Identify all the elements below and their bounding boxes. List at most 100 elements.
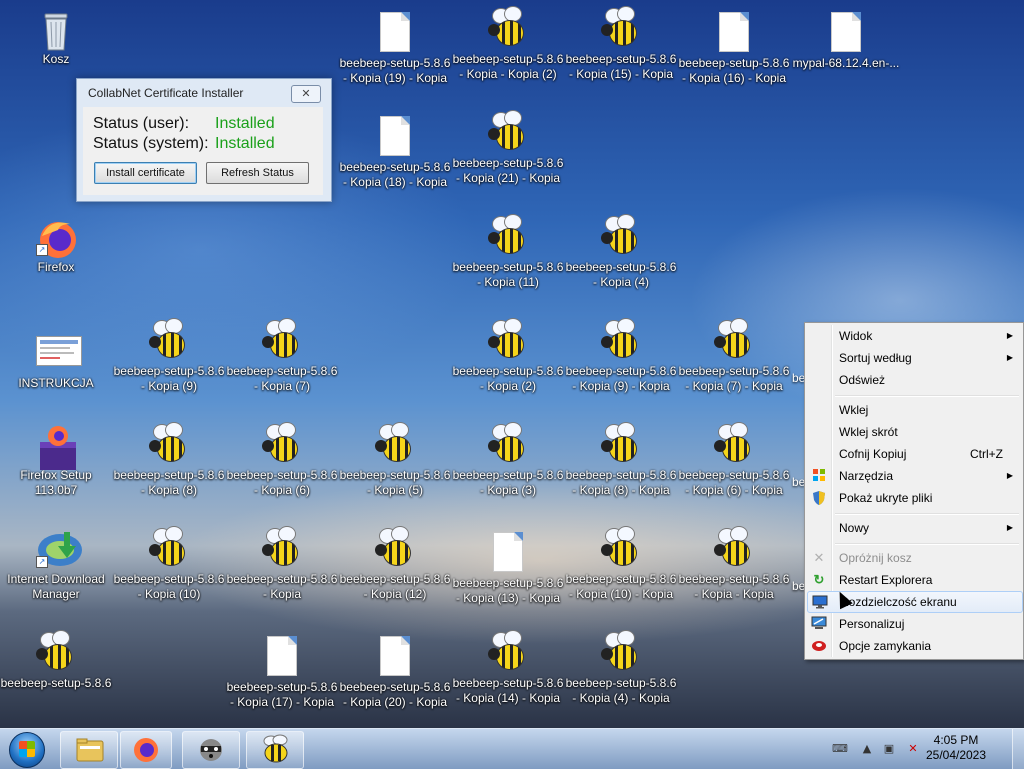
beebeep-copy-9-copy[interactable]: beebeep-setup-5.8.6 - Kopia (9) - Kopia bbox=[565, 318, 677, 394]
idm-shortcut[interactable]: ↗ Internet Download Manager bbox=[0, 528, 112, 602]
icon-label: mypal-68.12.4.en-... bbox=[792, 56, 900, 70]
menu-item-restart-explorera[interactable]: ↻ Restart Explorera bbox=[807, 569, 1021, 591]
beebeep-copy-14[interactable]: beebeep-setup-5.8.6 - Kopia (14) - Kopia bbox=[452, 630, 564, 706]
menu-item-sortuj[interactable]: Sortuj według ▶ bbox=[807, 347, 1021, 369]
empty-bin-x-icon: ✕ bbox=[813, 550, 825, 565]
windows-start-orb-icon bbox=[9, 732, 45, 768]
show-hidden-icons-chevron-icon[interactable]: ▲ bbox=[860, 742, 874, 756]
beebeep-copy-9[interactable]: beebeep-setup-5.8.6 - Kopia (9) bbox=[113, 318, 225, 394]
icon-label: beebeep-setup-5.8.6 - Kopia (19) - Kopia bbox=[339, 56, 451, 85]
beebeep-copy-11[interactable]: beebeep-setup-5.8.6 - Kopia (11) bbox=[452, 214, 564, 290]
close-button[interactable]: ✕ bbox=[291, 85, 321, 103]
icon-label: beebeep-setup-5.8.6 - Kopia bbox=[226, 572, 338, 601]
firefox-icon bbox=[134, 738, 158, 762]
beebeep-copy[interactable]: beebeep-setup-5.8.6 - Kopia bbox=[226, 526, 338, 602]
file-copy-19[interactable]: beebeep-setup-5.8.6 - Kopia (19) - Kopia bbox=[339, 12, 451, 86]
beebeep-setup-file[interactable]: beebeep-setup-5.8.6 bbox=[0, 630, 112, 691]
system-clock[interactable]: 4:05 PM 25/04/2023 bbox=[916, 733, 996, 763]
beebeep-copy-copy-2[interactable]: beebeep-setup-5.8.6 - Kopia - Kopia (2) bbox=[452, 6, 564, 82]
refresh-status-button[interactable]: Refresh Status bbox=[206, 162, 309, 184]
file-copy-20[interactable]: beebeep-setup-5.8.6 - Kopia (20) - Kopia bbox=[339, 636, 451, 710]
icon-label: beebeep-setup-5.8.6 - Kopia (17) - Kopia bbox=[226, 680, 338, 709]
icon-label: beebeep-setup-5.8.6 - Kopia (2) bbox=[452, 364, 564, 393]
menu-item-label: Odśwież bbox=[839, 373, 886, 387]
icon-label: beebeep-setup-5.8.6 - Kopia (7) bbox=[226, 364, 338, 393]
icon-label: Internet Download Manager bbox=[7, 572, 105, 601]
menu-item-wklej-skrot[interactable]: Wklej skrót bbox=[807, 421, 1021, 443]
bee-icon bbox=[486, 110, 530, 152]
menu-item-label: Opcje zamykania bbox=[839, 639, 932, 653]
menu-item-label: Wklej skrót bbox=[839, 425, 898, 439]
menu-separator bbox=[835, 513, 1019, 515]
menu-item-nowy[interactable]: Nowy ▶ bbox=[807, 517, 1021, 539]
idm-icon: ↗ bbox=[36, 528, 82, 568]
menu-item-pokaz-ukryte[interactable]: Pokaż ukryte pliki bbox=[807, 487, 1021, 509]
beebeep-copy-7-copy[interactable]: beebeep-setup-5.8.6 - Kopia (7) - Kopia bbox=[678, 318, 790, 394]
bee-icon bbox=[599, 318, 643, 360]
taskbar-explorer-button[interactable] bbox=[60, 731, 118, 769]
taskbar-firefox-button[interactable] bbox=[120, 731, 172, 769]
beebeep-copy-4-copy[interactable]: beebeep-setup-5.8.6 - Kopia (4) - Kopia bbox=[565, 630, 677, 706]
icon-label: beebeep-setup-5.8.6 - Kopia (5) bbox=[339, 468, 451, 497]
menu-separator bbox=[835, 543, 1019, 545]
beebeep-copy-copy[interactable]: beebeep-setup-5.8.6 - Kopia - Kopia bbox=[678, 526, 790, 602]
menu-item-odswiez[interactable]: Odśwież bbox=[807, 369, 1021, 391]
bee-icon bbox=[34, 630, 78, 672]
file-copy-16[interactable]: beebeep-setup-5.8.6 - Kopia (16) - Kopia bbox=[678, 12, 790, 86]
file-copy-13[interactable]: beebeep-setup-5.8.6 - Kopia (13) - Kopia bbox=[452, 532, 564, 606]
menu-item-wklej[interactable]: Wklej bbox=[807, 399, 1021, 421]
menu-item-label: Wklej bbox=[839, 403, 869, 417]
start-button[interactable] bbox=[2, 730, 52, 768]
recycle-bin-shortcut[interactable]: Kosz bbox=[0, 8, 112, 67]
blank-file-icon bbox=[380, 636, 410, 676]
bee-icon bbox=[260, 422, 304, 464]
desktop-context-menu[interactable]: Widok ▶ Sortuj według ▶ Odśwież Wklej Wkle… bbox=[804, 322, 1024, 660]
menu-separator bbox=[835, 395, 1019, 397]
beebeep-copy-8[interactable]: beebeep-setup-5.8.6 - Kopia (8) bbox=[113, 422, 225, 498]
taskbar-beebeep-button[interactable] bbox=[246, 731, 304, 769]
show-desktop-button[interactable] bbox=[1012, 729, 1024, 769]
beebeep-copy-6-copy[interactable]: beebeep-setup-5.8.6 - Kopia (6) - Kopia bbox=[678, 422, 790, 498]
file-copy-17[interactable]: beebeep-setup-5.8.6 - Kopia (17) - Kopia bbox=[226, 636, 338, 710]
beebeep-copy-10[interactable]: beebeep-setup-5.8.6 - Kopia (10) bbox=[113, 526, 225, 602]
menu-item-label: Nowy bbox=[839, 521, 870, 535]
taskbar-raccoon-app-button[interactable] bbox=[182, 731, 240, 769]
menu-item-opcje-zamykania[interactable]: Opcje zamykania bbox=[807, 635, 1021, 657]
icon-label: Firefox bbox=[37, 260, 75, 274]
beebeep-copy-12[interactable]: beebeep-setup-5.8.6 - Kopia (12) bbox=[339, 526, 451, 602]
beebeep-copy-3[interactable]: beebeep-setup-5.8.6 - Kopia (3) bbox=[452, 422, 564, 498]
icon-label: beebeep-setup-5.8.6 - Kopia (13) - Kopia bbox=[452, 576, 564, 605]
icon-label: INSTRUKCJA bbox=[18, 376, 94, 390]
beebeep-copy-5[interactable]: beebeep-setup-5.8.6 - Kopia (5) bbox=[339, 422, 451, 498]
beebeep-copy-6[interactable]: beebeep-setup-5.8.6 - Kopia (6) bbox=[226, 422, 338, 498]
beebeep-copy-21[interactable]: beebeep-setup-5.8.6 - Kopia (21) - Kopia bbox=[452, 110, 564, 186]
firefox-setup-file[interactable]: Firefox Setup 113.0b7 bbox=[0, 424, 112, 498]
beebeep-copy-15[interactable]: beebeep-setup-5.8.6 - Kopia (15) - Kopia bbox=[565, 6, 677, 82]
menu-item-cofnij[interactable]: Cofnij Kopiuj Ctrl+Z bbox=[807, 443, 1021, 465]
bee-icon bbox=[147, 526, 191, 568]
beebeep-copy-10-copy[interactable]: beebeep-setup-5.8.6 - Kopia (10) - Kopia bbox=[565, 526, 677, 602]
desktop[interactable]: Kosz ↗ Firefox INSTRUKCJA Firefox Setup … bbox=[0, 0, 1024, 728]
menu-item-personalizuj[interactable]: Personalizuj bbox=[807, 613, 1021, 635]
instrukcja-file[interactable]: INSTRUKCJA bbox=[0, 332, 112, 391]
mypal-file[interactable]: mypal-68.12.4.en-... bbox=[790, 12, 902, 71]
install-certificate-button[interactable]: Install certificate bbox=[94, 162, 197, 184]
menu-item-label: Rozdzielczość ekranu bbox=[840, 595, 957, 609]
beebeep-copy-4[interactable]: beebeep-setup-5.8.6 - Kopia (4) bbox=[565, 214, 677, 290]
shortcut-arrow-icon: ↗ bbox=[36, 244, 48, 256]
beebeep-copy-2[interactable]: beebeep-setup-5.8.6 - Kopia (2) bbox=[452, 318, 564, 394]
menu-item-label: Sortuj według bbox=[839, 351, 912, 365]
certificate-installer-window[interactable]: CollabNet Certificate Installer ✕ Status… bbox=[76, 78, 332, 202]
menu-item-narzedzia[interactable]: Narzędzia ▶ bbox=[807, 465, 1021, 487]
firefox-shortcut[interactable]: ↗ Firefox bbox=[0, 216, 112, 275]
menu-item-label: Personalizuj bbox=[839, 617, 905, 631]
network-icon[interactable]: ▣ bbox=[882, 742, 896, 756]
bee-icon bbox=[599, 214, 643, 256]
file-copy-18[interactable]: beebeep-setup-5.8.6 - Kopia (18) - Kopia bbox=[339, 116, 451, 190]
beebeep-copy-8-copy[interactable]: beebeep-setup-5.8.6 - Kopia (8) - Kopia bbox=[565, 422, 677, 498]
icon-label: beebeep-setup-5.8.6 - Kopia (11) bbox=[452, 260, 564, 289]
blank-file-icon bbox=[493, 532, 523, 572]
beebeep-copy-7[interactable]: beebeep-setup-5.8.6 - Kopia (7) bbox=[226, 318, 338, 394]
menu-item-widok[interactable]: Widok ▶ bbox=[807, 325, 1021, 347]
keyboard-icon[interactable]: ⌨ bbox=[832, 742, 848, 756]
